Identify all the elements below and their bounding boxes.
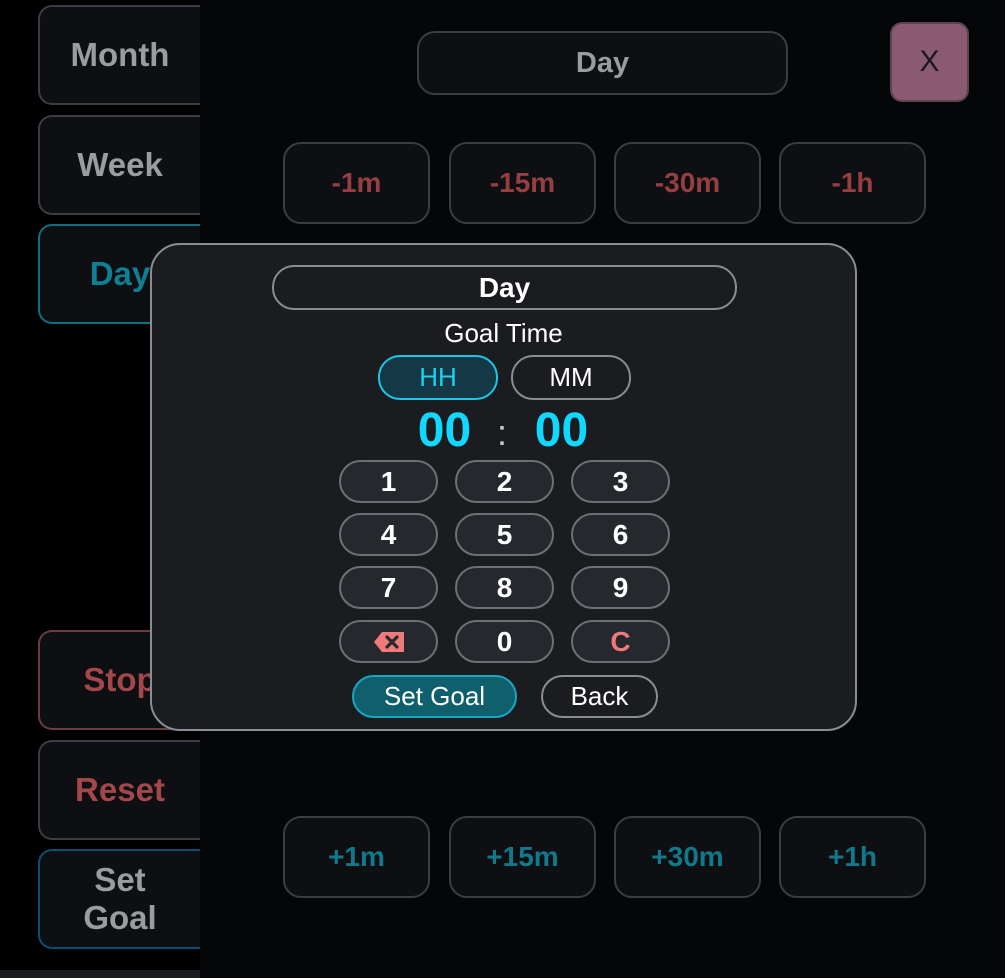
key-4[interactable]: 4: [339, 513, 438, 556]
sidebar-divider: [0, 970, 200, 978]
key-9[interactable]: 9: [571, 566, 670, 609]
subtract-15m-button[interactable]: -15m: [449, 142, 596, 224]
key-2[interactable]: 2: [455, 460, 554, 503]
set-goal-label: Set Goal: [383, 681, 486, 711]
key-label: 8: [496, 571, 513, 603]
key-label: 3: [612, 465, 629, 497]
key-label: 6: [612, 518, 629, 550]
backspace-button[interactable]: [339, 620, 438, 663]
adjust-label: -30m: [654, 167, 721, 198]
key-3[interactable]: 3: [571, 460, 670, 503]
dialog-subtitle: Goal Time: [444, 318, 563, 348]
key-1[interactable]: 1: [339, 460, 438, 503]
adjust-label: -15m: [489, 167, 556, 198]
add-1h-button[interactable]: +1h: [779, 816, 926, 898]
hours-toggle-label: HH: [419, 362, 457, 392]
adjust-label: -1h: [831, 167, 874, 198]
close-icon: X: [919, 45, 940, 78]
clear-button[interactable]: C: [571, 620, 670, 663]
key-8[interactable]: 8: [455, 566, 554, 609]
adjust-label: +30m: [651, 841, 724, 872]
app-root: Month Week Day Stop Reset Set Goal Day X…: [0, 0, 1005, 978]
goal-time-dialog: Day Goal Time HH MM 00 : 00 1 2 3 4 5 6 …: [150, 243, 857, 731]
key-label: 9: [612, 571, 629, 603]
add-15m-button[interactable]: +15m: [449, 816, 596, 898]
dialog-title-text: Day: [478, 271, 531, 303]
view-selector[interactable]: Day: [417, 31, 788, 95]
key-label: 4: [380, 518, 397, 550]
key-label: 5: [496, 518, 513, 550]
clear-label: C: [610, 625, 631, 657]
adjust-label: +15m: [486, 841, 559, 872]
adjust-label: -1m: [331, 167, 382, 198]
view-selector-label: Day: [575, 46, 630, 79]
time-separator: :: [496, 412, 507, 453]
add-1m-button[interactable]: +1m: [283, 816, 430, 898]
hours-toggle[interactable]: HH: [378, 355, 498, 400]
subtract-30m-button[interactable]: -30m: [614, 142, 761, 224]
close-button[interactable]: X: [890, 22, 969, 102]
sidebar-item-label: Reset: [75, 771, 165, 808]
subtract-1h-button[interactable]: -1h: [779, 142, 926, 224]
key-label: 0: [496, 625, 513, 657]
back-label: Back: [570, 681, 629, 711]
add-30m-button[interactable]: +30m: [614, 816, 761, 898]
minutes-toggle-label: MM: [549, 362, 593, 392]
backspace-icon: [372, 630, 406, 654]
adjust-label: +1m: [328, 841, 385, 872]
sidebar-item-label: Stop: [83, 661, 157, 698]
key-label: 1: [380, 465, 397, 497]
key-6[interactable]: 6: [571, 513, 670, 556]
hours-value: 00: [417, 404, 472, 457]
minutes-toggle[interactable]: MM: [511, 355, 631, 400]
reset-button[interactable]: Reset: [38, 740, 200, 840]
set-goal-button[interactable]: Set Goal: [352, 675, 517, 718]
subtract-1m-button[interactable]: -1m: [283, 142, 430, 224]
adjust-label: +1h: [827, 841, 878, 872]
key-7[interactable]: 7: [339, 566, 438, 609]
sidebar-item-label: Day: [89, 255, 151, 292]
key-0[interactable]: 0: [455, 620, 554, 663]
minutes-value: 00: [534, 404, 589, 457]
key-label: 2: [496, 465, 513, 497]
sidebar-item-label: Week: [77, 146, 163, 183]
dialog-title: Day: [272, 265, 737, 310]
key-label: 7: [380, 571, 397, 603]
sidebar-item-week[interactable]: Week: [38, 115, 200, 215]
back-button[interactable]: Back: [541, 675, 658, 718]
sidebar-item-label: Month: [70, 36, 170, 73]
set-goal-sidebar-button[interactable]: Set Goal: [38, 849, 200, 949]
sidebar-item-label: Set Goal: [83, 861, 157, 936]
key-5[interactable]: 5: [455, 513, 554, 556]
sidebar-item-month[interactable]: Month: [38, 5, 200, 105]
